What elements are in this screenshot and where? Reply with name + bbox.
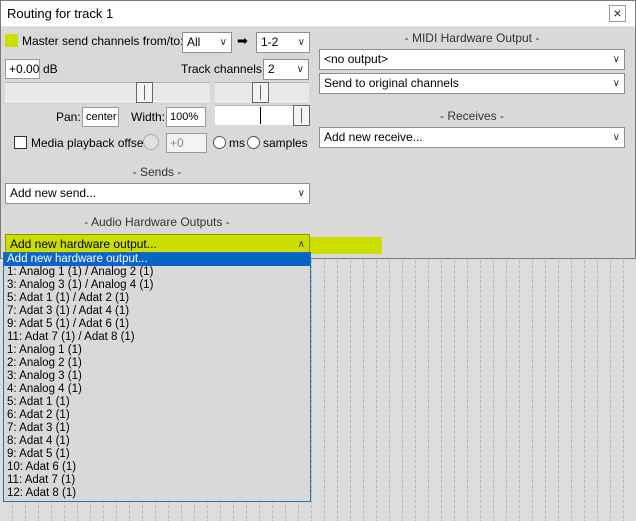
add-hw-output-value: Add new hardware output... (10, 237, 157, 251)
list-item[interactable]: 7: Adat 3 (1) (4, 422, 310, 435)
chevron-down-icon: ∨ (297, 188, 305, 199)
volume-field[interactable]: +0.00 (5, 59, 40, 79)
list-item[interactable]: 11: Adat 7 (1) (4, 474, 310, 487)
list-item[interactable]: 8: Adat 4 (1) (4, 435, 310, 448)
master-from-select[interactable]: All ∨ (182, 32, 232, 53)
master-send-checkbox[interactable] (5, 34, 18, 47)
add-send-value: Add new send... (10, 186, 97, 200)
sends-section-label: - Sends - (132, 165, 182, 179)
master-to-value: 1-2 (261, 35, 279, 49)
master-send-label: Master send channels from/to: (22, 34, 184, 48)
ms-radio-label: ms (229, 136, 245, 150)
list-item[interactable]: 9: Adat 5 (1) / Adat 6 (1) (4, 318, 310, 331)
title-bar: Routing for track 1 × (1, 1, 635, 27)
samples-radio-label: samples (263, 136, 308, 150)
list-item[interactable]: 7: Adat 3 (1) / Adat 4 (1) (4, 305, 310, 318)
midi-hw-section-label: - MIDI Hardware Output - (404, 31, 540, 45)
list-item[interactable]: 1: Analog 1 (1) (4, 344, 310, 357)
width-label: Width: (131, 110, 166, 124)
pan-slider-thumb[interactable] (252, 82, 269, 103)
media-offset-field[interactable]: +0 (166, 133, 207, 153)
track-channels-select[interactable]: 2 ∨ (263, 59, 309, 80)
midi-output-value: <no output> (324, 52, 389, 66)
volume-slider[interactable] (5, 82, 210, 102)
list-item[interactable]: 10: Adat 6 (1) (4, 461, 310, 474)
master-from-value: All (187, 35, 201, 49)
list-item[interactable]: 12: Adat 8 (1) (4, 487, 310, 500)
highlight-mark (310, 237, 382, 254)
volume-unit: dB (43, 62, 58, 76)
window-title: Routing for track 1 (7, 6, 114, 21)
media-offset-checkbox[interactable] (14, 136, 27, 149)
chevron-down-icon: ∨ (612, 54, 620, 65)
routing-content: Master send channels from/to: All ∨ ➡ 1-… (1, 28, 635, 258)
arrow-right-icon: ➡ (237, 33, 248, 48)
add-receive-select[interactable]: Add new receive... ∨ (319, 127, 625, 148)
chevron-down-icon: ∨ (219, 37, 227, 48)
list-item[interactable]: Add new hardware output... (4, 253, 310, 266)
list-item[interactable]: 9: Adat 5 (1) (4, 448, 310, 461)
add-receive-value: Add new receive... (324, 130, 423, 144)
volume-slider-thumb[interactable] (136, 82, 153, 103)
list-item[interactable]: 11: Adat 7 (1) / Adat 8 (1) (4, 331, 310, 344)
ms-radio[interactable] (213, 136, 226, 149)
chevron-down-icon: ∨ (297, 37, 305, 48)
audio-hw-section-label: - Audio Hardware Outputs - (84, 215, 230, 229)
list-item[interactable]: 4: Analog 4 (1) (4, 383, 310, 396)
pan-field[interactable]: center (82, 107, 119, 127)
list-item[interactable]: 6: Adat 2 (1) (4, 409, 310, 422)
samples-radio[interactable] (247, 136, 260, 149)
midi-output-select[interactable]: <no output> ∨ (319, 49, 625, 70)
midi-channels-value: Send to original channels (324, 76, 459, 90)
add-send-select[interactable]: Add new send... ∨ (5, 183, 310, 204)
master-to-select[interactable]: 1-2 ∨ (256, 32, 310, 53)
midi-channels-select[interactable]: Send to original channels ∨ (319, 73, 625, 94)
track-channels-value: 2 (268, 62, 275, 76)
hw-output-dropdown-list: Add new hardware output... 1: Analog 1 (… (3, 252, 311, 502)
chevron-down-icon: ∨ (296, 64, 304, 75)
list-item[interactable]: 1: Analog 1 (1) / Analog 2 (1) (4, 266, 310, 279)
chevron-down-icon: ∨ (612, 78, 620, 89)
list-item[interactable]: 2: Analog 2 (1) (4, 357, 310, 370)
width-field[interactable]: 100% (166, 107, 206, 127)
track-channels-label: Track channels: (181, 62, 266, 76)
media-offset-label: Media playback offset: (31, 136, 151, 150)
offset-knob-icon[interactable] (143, 134, 159, 150)
chevron-down-icon: ∨ (612, 132, 620, 143)
list-item[interactable]: 3: Analog 3 (1) / Analog 4 (1) (4, 279, 310, 292)
receives-section-label: - Receives - (439, 109, 504, 123)
routing-window: Routing for track 1 × Master send channe… (0, 0, 636, 259)
width-slider-thumb[interactable] (293, 105, 310, 126)
list-item[interactable]: 5: Adat 1 (1) (4, 396, 310, 409)
close-button[interactable]: × (609, 5, 626, 22)
width-slider-center-line (260, 107, 261, 124)
list-item[interactable]: 3: Analog 3 (1) (4, 370, 310, 383)
pan-label: Pan: (56, 110, 81, 124)
list-item[interactable]: 5: Adat 1 (1) / Adat 2 (1) (4, 292, 310, 305)
